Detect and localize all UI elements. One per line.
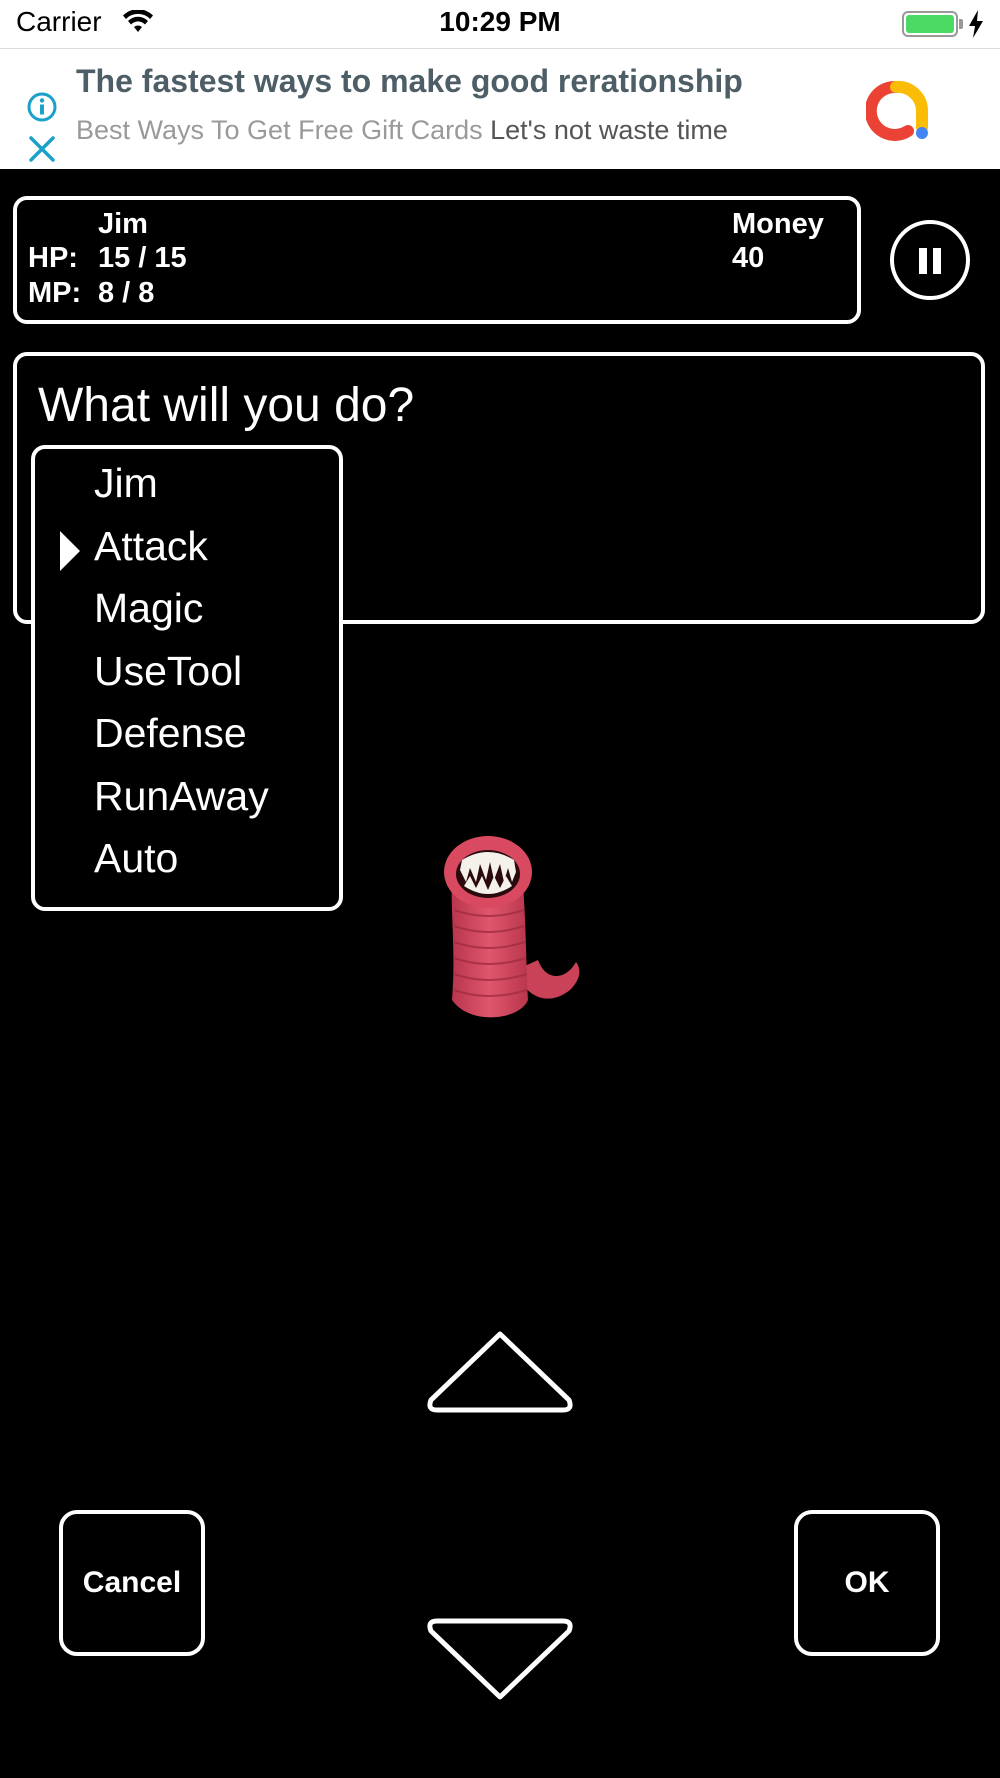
menu-item-auto[interactable]: Auto — [94, 835, 178, 882]
hp-value: 15 / 15 — [98, 242, 187, 274]
cancel-button-label: Cancel — [82, 1566, 182, 1599]
menu-item-runaway[interactable]: RunAway — [94, 773, 269, 820]
down-arrow-icon[interactable] — [425, 1615, 575, 1708]
ad-subtitle-part2: Let's not waste time — [490, 115, 728, 145]
info-icon[interactable] — [26, 91, 58, 128]
ad-banner[interactable]: The fastest ways to make good rerationsh… — [0, 48, 1000, 169]
menu-item-usetool[interactable]: UseTool — [94, 648, 242, 695]
cancel-button[interactable]: Cancel — [59, 1510, 205, 1656]
money-label: Money — [732, 208, 824, 240]
ad-subtitle[interactable]: Best Ways To Get Free Gift Cards Let's n… — [76, 115, 728, 146]
ok-button-label: OK — [844, 1566, 890, 1599]
mp-label: MP: — [28, 277, 82, 309]
menu-item-attack[interactable]: Attack — [94, 523, 208, 570]
battle-prompt: What will you do? — [38, 379, 415, 432]
hp-label: HP: — [28, 242, 78, 274]
menu-item-magic[interactable]: Magic — [94, 585, 203, 632]
ad-title[interactable]: The fastest ways to make good rerationsh… — [76, 63, 743, 100]
ad-subtitle-part1: Best Ways To Get Free Gift Cards — [76, 115, 483, 145]
pause-button[interactable] — [890, 220, 970, 300]
bolt-icon — [968, 10, 984, 43]
selection-cursor-icon — [60, 531, 80, 571]
close-icon[interactable] — [28, 135, 56, 168]
status-bar: Carrier 10:29 PM — [0, 0, 1000, 48]
battery-icon — [902, 11, 958, 37]
mp-value: 8 / 8 — [98, 277, 155, 309]
up-arrow-icon[interactable] — [425, 1328, 575, 1421]
menu-item-defense[interactable]: Defense — [94, 710, 247, 757]
clock: 10:29 PM — [439, 6, 561, 37]
worm-monster-icon[interactable] — [430, 830, 590, 1035]
party-member-name: Jim — [98, 208, 148, 240]
money-value: 40 — [732, 242, 765, 274]
command-menu-header: Jim — [94, 460, 158, 506]
ok-button[interactable]: OK — [794, 1510, 940, 1656]
battery-tip — [959, 19, 963, 29]
advertiser-logo-icon[interactable] — [864, 77, 938, 148]
